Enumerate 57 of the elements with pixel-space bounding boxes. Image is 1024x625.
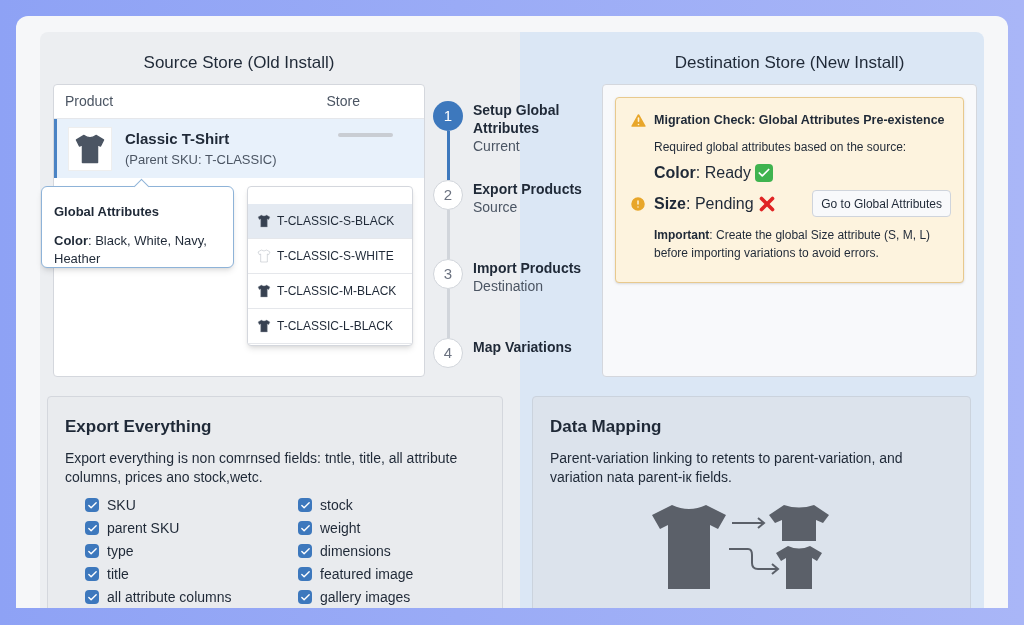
- checkbox[interactable]: [298, 521, 312, 535]
- store-placeholder-bar: [338, 133, 393, 137]
- alert-intro: Required global attributes based on the source:: [654, 139, 908, 156]
- checkbox-label: featured image: [320, 564, 414, 584]
- checkbox[interactable]: [298, 544, 312, 558]
- checkbox[interactable]: [85, 567, 99, 581]
- variation-item[interactable]: T-CLASSIC-L-BLACK: [248, 309, 412, 344]
- tooltip-text: Color: Black, White, Navy, Heather: [54, 231, 208, 268]
- attribute-status: Size: Pending: [654, 193, 754, 214]
- column-header: Store: [326, 92, 360, 111]
- product-sku: (Parent SKU: T-CLASSIC): [125, 151, 278, 169]
- t-shirt-icon: [256, 318, 272, 334]
- checkbox-label: gallery images: [320, 587, 411, 607]
- product-row[interactable]: Classic T-Shirt (Parent SKU: T-CLASSIC): [54, 119, 424, 178]
- card-text: Parent-variation linking to retents to parent-variation, and variation nata parent-iк fields.: [550, 448, 904, 487]
- step-title: Import Products: [473, 259, 583, 277]
- card-title: Data Mapping: [550, 416, 663, 438]
- checkbox[interactable]: [298, 567, 312, 581]
- section-title: Source Store (Old Install): [142, 52, 336, 74]
- global-attributes-button[interactable]: Go to Global Attributes: [812, 190, 951, 217]
- t-shirt-icon: [256, 248, 272, 264]
- attribute-status: Color: Ready: [654, 162, 751, 183]
- checkbox[interactable]: [85, 544, 99, 558]
- variation-item[interactable]: T-CLASSIC-M-BLACK: [248, 274, 412, 309]
- step-subtitle: Destination: [473, 277, 545, 295]
- warning-icon: [629, 111, 648, 130]
- checkbox[interactable]: [85, 521, 99, 535]
- step-subtitle: Current: [473, 137, 521, 155]
- checkbox[interactable]: [85, 590, 99, 604]
- step-title: Setup Global Attributes: [473, 101, 561, 137]
- column-header: Product: [65, 92, 114, 111]
- variation-item[interactable]: T-CLASSIC-S-WHITE: [248, 239, 412, 274]
- checkbox-label: type: [107, 541, 134, 561]
- checkbox-label: all attribute columns: [107, 587, 232, 607]
- product-name: Classic T-Shirt: [125, 128, 231, 149]
- checkbox-label: title: [107, 564, 129, 584]
- checkbox[interactable]: [85, 498, 99, 512]
- step-title: Export Products: [473, 180, 583, 198]
- variation-item[interactable]: T-CLASSIC-S-BLACK: [248, 204, 412, 239]
- checkbox-label: SKU: [107, 495, 136, 515]
- alert-title: Migration Check: Global Attributes Pre-existence: [654, 112, 945, 130]
- t-shirt-icon: [256, 283, 272, 299]
- checkbox-label: parent SKU: [107, 518, 180, 538]
- tooltip-title: Global Attributes: [54, 203, 160, 221]
- checkbox[interactable]: [298, 498, 312, 512]
- t-shirt-icon: [256, 213, 272, 229]
- step-title: Map Variations: [473, 338, 573, 356]
- section-title: Destination Store (New Install): [673, 52, 906, 74]
- checkbox[interactable]: [298, 590, 312, 604]
- checkbox-label: dimensions: [320, 541, 391, 561]
- alert-icon: [629, 194, 647, 213]
- step-subtitle: Source: [473, 198, 519, 216]
- checkbox-label: weight: [320, 518, 361, 538]
- card-title: Export Everything: [65, 416, 213, 438]
- checkbox-label: stock: [320, 495, 353, 515]
- alert-note: Important: Create the global Size attribute (S, M, L) before importing variations to avoid errors.: [654, 227, 932, 262]
- card-text: Export everything is non comrnsed fields: tntle, title, all attribute columns, prices ano stock,wetc.: [65, 448, 459, 487]
